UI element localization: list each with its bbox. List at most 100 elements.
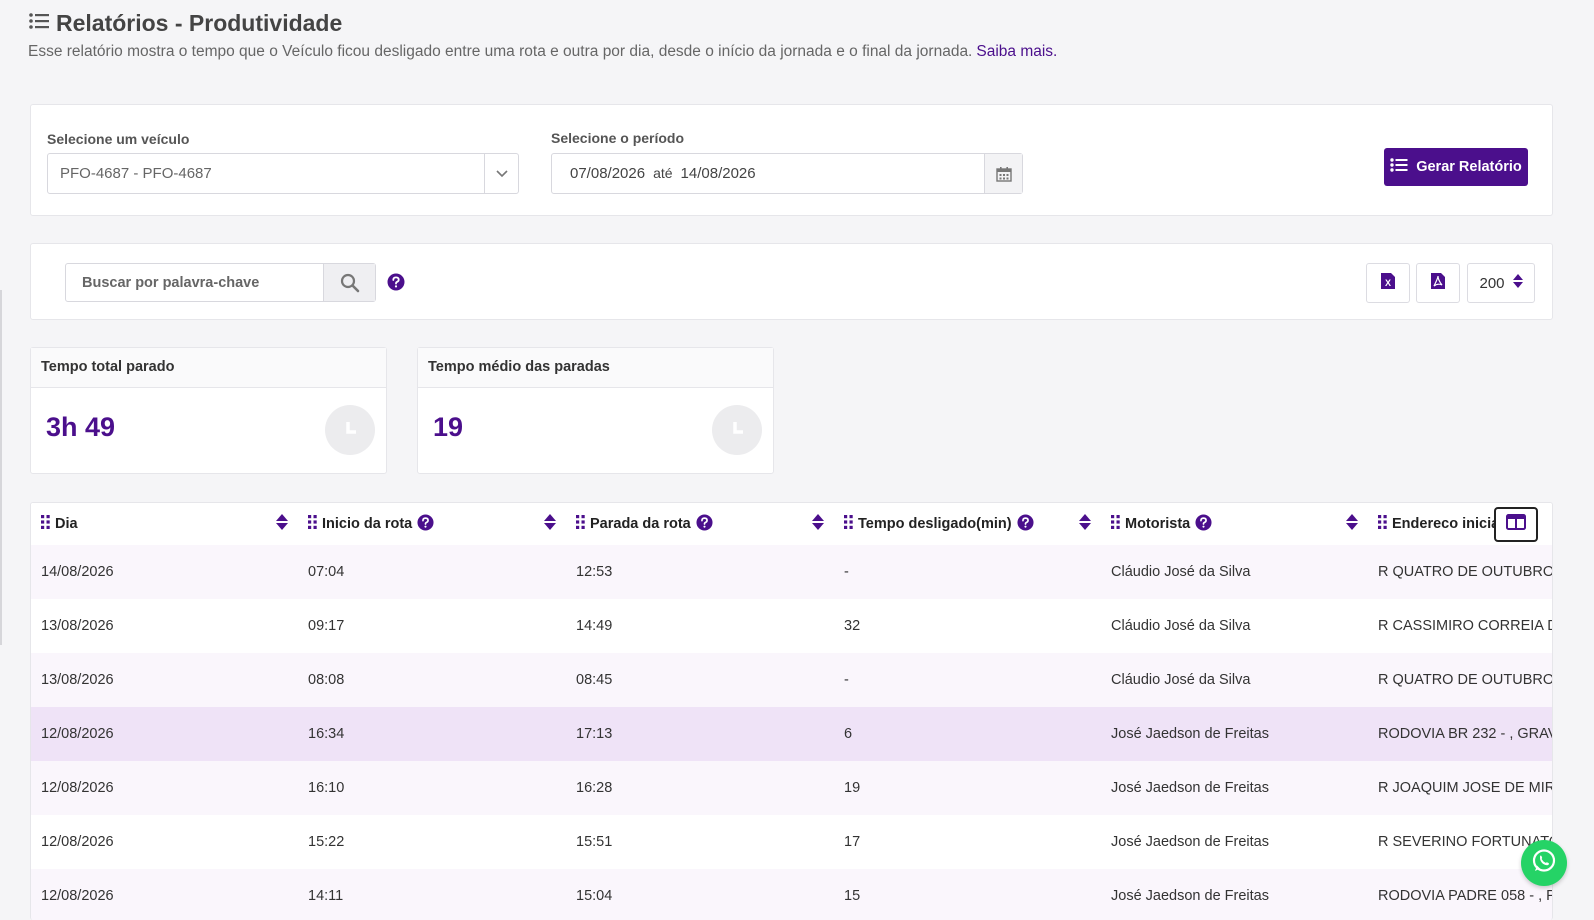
question-circle-icon[interactable] bbox=[696, 513, 713, 535]
sort-icon[interactable] bbox=[1079, 514, 1091, 534]
stat-label: Tempo total parado bbox=[31, 348, 386, 388]
table-cell: 12/08/2026 bbox=[31, 815, 298, 869]
search-input[interactable]: Buscar por palavra-chave bbox=[65, 263, 376, 302]
description-text: Esse relatório mostra o tempo que o Veíc… bbox=[28, 43, 973, 60]
table-cell: 15:22 bbox=[298, 815, 566, 869]
column-header-label: Dia bbox=[55, 516, 78, 532]
table-row[interactable]: 14/08/2026 07:04 12:53- Cláudio José da Sil… bbox=[31, 545, 1552, 599]
drag-handle-icon[interactable] bbox=[308, 515, 317, 533]
column-toggle-button[interactable] bbox=[1494, 507, 1538, 542]
left-edge-bar bbox=[0, 290, 2, 645]
table-cell: 07:04 bbox=[298, 545, 566, 599]
vehicle-label: Selecione um veículo bbox=[47, 131, 190, 147]
date-end[interactable]: 14/08/2026 bbox=[681, 165, 756, 182]
table-cell: R QUATRO DE OUTUBRO, 11 bbox=[1368, 653, 1552, 707]
table-cell: 15 bbox=[834, 869, 1101, 920]
table-cell: 12:53 bbox=[566, 545, 834, 599]
table-cell: José Jaedson de Freitas bbox=[1101, 815, 1368, 869]
column-header[interactable]: Tempo desligado(min) bbox=[834, 503, 1101, 545]
whatsapp-icon bbox=[1531, 848, 1557, 879]
clock-icon bbox=[325, 405, 375, 455]
search-card: Buscar por palavra-chave X 200 bbox=[30, 243, 1553, 320]
columns-icon bbox=[1506, 514, 1526, 535]
page-header: Relatórios - Produtividade Esse relatóri… bbox=[28, 10, 1057, 61]
search-placeholder: Buscar por palavra-chave bbox=[82, 274, 260, 291]
table-cell: 16:34 bbox=[298, 707, 566, 761]
sort-icon[interactable] bbox=[544, 514, 556, 534]
table-row[interactable]: 13/08/2026 09:17 14:49 32 Cláudio José da Si… bbox=[31, 599, 1552, 653]
drag-handle-icon[interactable] bbox=[1378, 515, 1387, 533]
column-header-label: Parada da rota bbox=[590, 516, 691, 532]
table-cell: 14/08/2026 bbox=[31, 545, 298, 599]
page-size-value: 200 bbox=[1479, 274, 1505, 292]
drag-handle-icon[interactable] bbox=[41, 515, 50, 533]
sort-icon[interactable] bbox=[812, 514, 824, 534]
table-row[interactable]: 12/08/2026 16:34 17:13 6 José Jaedson de Fre… bbox=[31, 707, 1552, 761]
table-cell: José Jaedson de Freitas bbox=[1101, 869, 1368, 920]
table-cell: Cláudio José da Silva bbox=[1101, 599, 1368, 653]
column-header[interactable]: Dia bbox=[31, 503, 298, 545]
table-cell: 32 bbox=[834, 599, 1101, 653]
question-circle-icon[interactable] bbox=[387, 273, 405, 296]
export-pdf-button[interactable] bbox=[1416, 263, 1460, 303]
table-cell: 08:08 bbox=[298, 653, 566, 707]
calendar-icon[interactable] bbox=[984, 154, 1022, 193]
table-cell: 14:11 bbox=[298, 869, 566, 920]
whatsapp-chat-button[interactable] bbox=[1521, 840, 1567, 886]
table-body: 14/08/2026 07:04 12:53- Cláudio José da Sil… bbox=[31, 545, 1552, 920]
column-header[interactable]: Inicio da rota bbox=[298, 503, 566, 545]
column-header-label: Motorista bbox=[1125, 516, 1191, 532]
question-circle-icon[interactable] bbox=[1017, 513, 1034, 535]
vehicle-select[interactable]: PFO-4687 - PFO-4687 bbox=[47, 153, 519, 194]
stat-value: 19 bbox=[433, 412, 464, 442]
drag-handle-icon[interactable] bbox=[844, 515, 853, 533]
generate-report-button[interactable]: Gerar Relatório bbox=[1384, 148, 1528, 186]
page-size-select[interactable]: 200 bbox=[1467, 263, 1535, 303]
page-description: Esse relatório mostra o tempo que o Veíc… bbox=[28, 43, 1057, 61]
table-cell: 12/08/2026 bbox=[31, 869, 298, 920]
table-cell: José Jaedson de Freitas bbox=[1101, 707, 1368, 761]
export-excel-button[interactable]: X bbox=[1366, 263, 1410, 303]
generate-report-label: Gerar Relatório bbox=[1416, 159, 1522, 175]
report-table: Dia Inicio da rota Parada da rota Tempo des… bbox=[31, 503, 1552, 920]
drag-handle-icon[interactable] bbox=[1111, 515, 1120, 533]
chevron-down-icon[interactable] bbox=[484, 154, 518, 193]
column-header-label: Inicio da rota bbox=[322, 516, 413, 532]
search-icon[interactable] bbox=[323, 264, 375, 301]
sort-icon[interactable] bbox=[276, 514, 288, 534]
date-start[interactable]: 07/08/2026 bbox=[570, 165, 645, 182]
question-circle-icon[interactable] bbox=[417, 513, 434, 535]
table-row[interactable]: 12/08/2026 16:10 16:28 19 José Jaedson de Fr… bbox=[31, 761, 1552, 815]
date-range-values: 07/08/2026 até 14/08/2026 bbox=[552, 165, 984, 182]
sort-icon[interactable] bbox=[1346, 514, 1358, 534]
stat-card-total: Tempo total parado 3h 49 bbox=[30, 347, 387, 474]
table-row[interactable]: 13/08/2026 08:08 08:45- Cláudio José da Sil… bbox=[31, 653, 1552, 707]
table-cell: - bbox=[834, 653, 1101, 707]
table-cell: RODOVIA BR 232 - , GRAVAT bbox=[1368, 707, 1552, 761]
report-table-card: Dia Inicio da rota Parada da rota Tempo des… bbox=[30, 502, 1553, 920]
excel-icon: X bbox=[1380, 272, 1396, 295]
date-separator: até bbox=[653, 165, 673, 181]
column-header[interactable]: Parada da rota bbox=[566, 503, 834, 545]
table-cell: José Jaedson de Freitas bbox=[1101, 761, 1368, 815]
table-cell: 17 bbox=[834, 815, 1101, 869]
table-row[interactable]: 12/08/2026 15:22 15:51 17 José Jaedson de Fr… bbox=[31, 815, 1552, 869]
table-cell: 12/08/2026 bbox=[31, 761, 298, 815]
list-icon bbox=[28, 10, 50, 37]
stat-label: Tempo médio das paradas bbox=[418, 348, 773, 388]
table-cell: Cláudio José da Silva bbox=[1101, 545, 1368, 599]
table-row[interactable]: 12/08/2026 14:11 15:04 15 José Jaedson de Fr… bbox=[31, 869, 1552, 920]
table-cell: 16:28 bbox=[566, 761, 834, 815]
column-header-label: Tempo desligado(min) bbox=[858, 516, 1012, 532]
table-cell: R JOAQUIM JOSE DE MIRAN bbox=[1368, 761, 1552, 815]
table-cell: 6 bbox=[834, 707, 1101, 761]
table-header-row: Dia Inicio da rota Parada da rota Tempo des… bbox=[31, 503, 1552, 545]
date-range-input[interactable]: 07/08/2026 até 14/08/2026 bbox=[551, 153, 1023, 194]
column-header[interactable]: Motorista bbox=[1101, 503, 1368, 545]
svg-text:X: X bbox=[1385, 278, 1391, 288]
stat-card-average: Tempo médio das paradas 19 bbox=[417, 347, 774, 474]
table-cell: R CASSIMIRO CORREIA DE M bbox=[1368, 599, 1552, 653]
learn-more-link[interactable]: Saiba mais. bbox=[976, 43, 1057, 60]
question-circle-icon[interactable] bbox=[1195, 513, 1212, 535]
drag-handle-icon[interactable] bbox=[576, 515, 585, 533]
